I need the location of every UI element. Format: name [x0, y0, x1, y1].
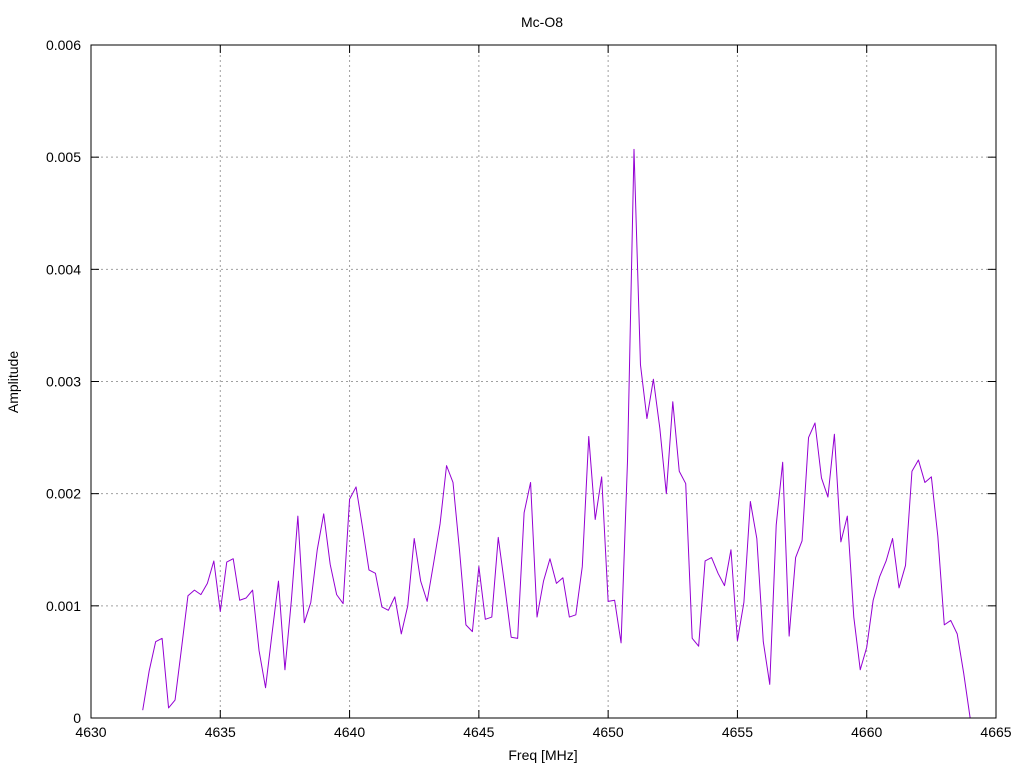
x-axis-label: Freq [MHz]: [508, 747, 577, 763]
x-tick-label: 4630: [75, 724, 106, 740]
x-tick-label: 4645: [463, 724, 494, 740]
y-tick-labels: 0 0.001 0.002 0.003 0.004 0.005 0.006: [46, 37, 81, 726]
y-tick-label: 0.006: [46, 37, 81, 53]
y-tick-label: 0.002: [46, 486, 81, 502]
x-tick-label: 4640: [334, 724, 365, 740]
series-line: [142, 148, 971, 719]
grid: [91, 45, 996, 718]
x-tick-labels: 4630 4635 4640 4645 4650 4655 4660 4665: [75, 724, 1011, 740]
y-tick-label: 0.005: [46, 149, 81, 165]
x-tick-label: 4655: [722, 724, 753, 740]
x-tick-label: 4660: [851, 724, 882, 740]
x-tick-label: 4635: [205, 724, 236, 740]
y-tick-label: 0.004: [46, 261, 81, 277]
y-axis-label: Amplitude: [5, 351, 21, 413]
x-tick-label: 4650: [593, 724, 624, 740]
y-tick-label: 0.001: [46, 598, 81, 614]
y-tick-label: 0.003: [46, 374, 81, 390]
chart-title: Mc-O8: [521, 14, 563, 30]
chart: Mc-O8 4630 4635 4640 4645 4650 4655 4660 4665 0…: [5, 14, 1012, 763]
y-tick-label: 0: [73, 710, 81, 726]
x-tick-label: 4665: [980, 724, 1011, 740]
